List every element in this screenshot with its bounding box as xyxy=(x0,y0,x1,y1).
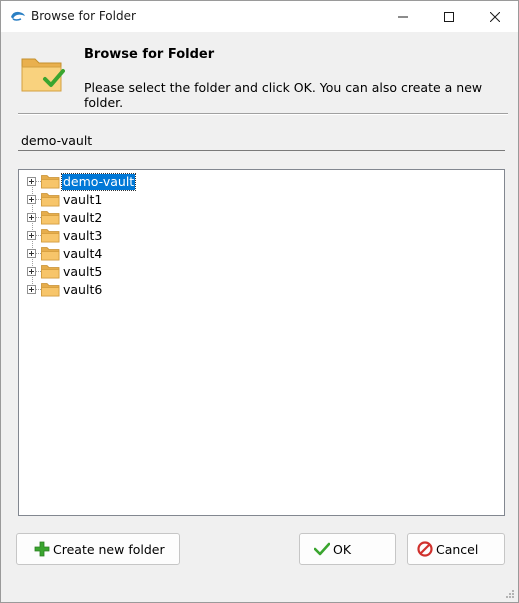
plus-icon xyxy=(34,541,50,557)
cancel-button[interactable]: Cancel xyxy=(407,533,505,565)
tree-item[interactable]: vault5 xyxy=(19,263,319,281)
maximize-icon xyxy=(444,11,454,22)
window-title: Browse for Folder xyxy=(31,9,136,23)
expand-icon[interactable] xyxy=(27,213,36,222)
tree-item-label: vault3 xyxy=(63,228,103,243)
cancel-label: Cancel xyxy=(436,541,479,557)
folder-icon xyxy=(41,283,60,297)
ok-button[interactable]: OK xyxy=(299,533,396,565)
header-separator xyxy=(18,113,508,115)
folder-path-field[interactable] xyxy=(18,131,505,151)
tree-item[interactable]: vault2 xyxy=(19,209,319,227)
header-description: Please select the folder and click OK. Y… xyxy=(84,80,483,110)
close-icon xyxy=(490,11,500,22)
browse-folder-dialog: Browse for Folder Browse for Folder Plea… xyxy=(0,0,519,603)
title-bar[interactable]: Browse for Folder xyxy=(1,1,518,32)
expand-icon[interactable] xyxy=(27,267,36,276)
maximize-button[interactable] xyxy=(426,1,472,32)
create-new-folder-button[interactable]: Create new folder xyxy=(16,533,180,565)
tree-item-label: vault4 xyxy=(63,246,103,261)
folder-icon xyxy=(41,211,60,225)
tree-item[interactable]: vault6 xyxy=(19,281,319,299)
tree-item-label: vault5 xyxy=(63,264,103,279)
minimize-icon xyxy=(398,16,408,17)
tree-item-label: vault2 xyxy=(63,210,103,225)
tree-item[interactable]: vault3 xyxy=(19,227,319,245)
cancel-icon xyxy=(417,541,433,557)
folder-icon xyxy=(41,265,60,279)
tree-item-label: demo-vault xyxy=(60,173,137,191)
folder-icon xyxy=(41,175,60,189)
tree-item-label: vault6 xyxy=(63,282,103,297)
expand-icon[interactable] xyxy=(27,195,36,204)
expand-icon[interactable] xyxy=(27,249,36,258)
tree-item[interactable]: demo-vault xyxy=(19,173,319,191)
ok-label: OK xyxy=(333,541,352,557)
tree-item-label: vault1 xyxy=(63,192,103,207)
folder-tree[interactable]: demo-vault vault1 vault2 vault3 vault4 vault5… xyxy=(18,169,505,516)
folder-check-icon xyxy=(21,58,65,92)
app-icon xyxy=(11,11,25,21)
folder-icon xyxy=(41,193,60,207)
folder-icon xyxy=(41,229,60,243)
tree-item[interactable]: vault1 xyxy=(19,191,319,209)
expand-icon[interactable] xyxy=(27,177,36,186)
minimize-button[interactable] xyxy=(380,1,426,32)
close-button[interactable] xyxy=(472,1,518,32)
folder-icon xyxy=(41,247,60,261)
expand-icon[interactable] xyxy=(27,231,36,240)
create-new-folder-label: Create new folder xyxy=(53,541,165,557)
checkmark-icon xyxy=(314,542,330,556)
expand-icon[interactable] xyxy=(27,285,36,294)
header-title: Browse for Folder xyxy=(84,47,215,62)
tree-item[interactable]: vault4 xyxy=(19,245,319,263)
resize-grip-icon[interactable] xyxy=(503,587,515,599)
